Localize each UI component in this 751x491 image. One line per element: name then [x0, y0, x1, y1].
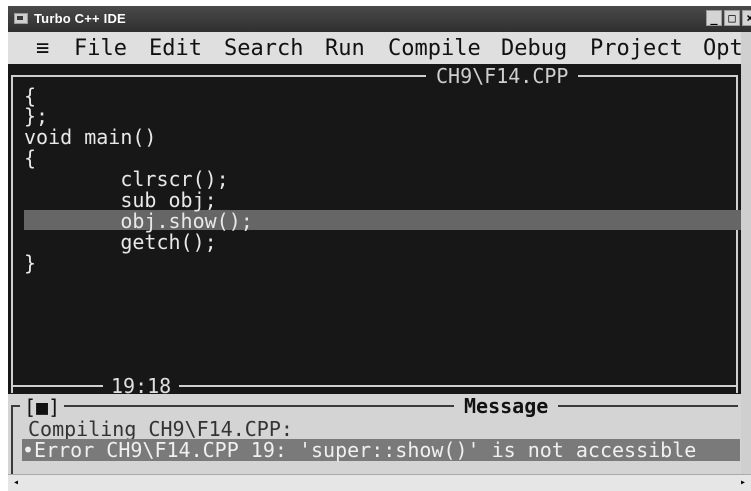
message-title: Message — [454, 395, 559, 417]
code-line-highlighted: obj.show(); — [24, 209, 253, 233]
menu-run[interactable]: Run — [325, 36, 365, 61]
editor-file-title: CH9\F14.CPP — [426, 65, 579, 87]
code-editor[interactable]: CH9\F14.CPP { }; void main() { clrscr();… — [8, 64, 741, 397]
horizontal-scrollbar[interactable]: ◂ ▸ — [8, 474, 751, 491]
menu-file[interactable]: File — [74, 36, 127, 61]
code-line: sub obj; — [24, 188, 217, 212]
window-title: Turbo C++ IDE — [34, 11, 126, 26]
code-line: } — [24, 251, 37, 275]
maximize-button[interactable]: □ — [724, 10, 740, 26]
system-menu-icon[interactable] — [14, 13, 28, 24]
message-scrollbar[interactable] — [741, 394, 751, 474]
minimize-button[interactable]: _ — [706, 10, 722, 26]
scroll-right-arrow-icon[interactable]: ▸ — [737, 476, 749, 490]
title-bar[interactable]: Turbo C++ IDE _ □ × — [8, 6, 751, 32]
code-line: { — [24, 84, 37, 108]
menu-compile[interactable]: Compile — [388, 36, 481, 61]
system-menu[interactable]: ≡ — [36, 36, 49, 61]
message-error[interactable]: •Error CH9\F14.CPP 19: 'super::show()' i… — [22, 440, 696, 460]
code-line: }; — [24, 104, 49, 128]
close-button[interactable]: × — [742, 10, 751, 26]
message-window: [■] Message Compiling CH9\F14.CPP: •Erro… — [8, 394, 751, 475]
menu-edit[interactable]: Edit — [149, 36, 202, 61]
menu-bar: ≡ File Edit Search Run Compile Debug Pro… — [8, 32, 751, 64]
editor-scrollbar[interactable] — [741, 64, 751, 394]
code-line: clrscr(); — [24, 167, 229, 191]
code-line: { — [24, 146, 37, 170]
menu-debug[interactable]: Debug — [501, 36, 567, 61]
scroll-left-arrow-icon[interactable]: ◂ — [10, 476, 22, 490]
code-line: void main() — [24, 125, 157, 149]
turbo-cpp-window: Turbo C++ IDE _ □ × ≡ File Edit Search R… — [8, 6, 751, 491]
message-compiling[interactable]: Compiling CH9\F14.CPP: — [28, 419, 293, 439]
menu-options[interactable]: Opt — [703, 36, 743, 61]
menu-project[interactable]: Project — [590, 36, 683, 61]
scroll-up-arrow-icon[interactable] — [741, 32, 751, 64]
menu-search[interactable]: Search — [224, 36, 303, 61]
code-line: getch(); — [24, 230, 217, 254]
message-close-box[interactable]: [■] — [20, 396, 65, 418]
